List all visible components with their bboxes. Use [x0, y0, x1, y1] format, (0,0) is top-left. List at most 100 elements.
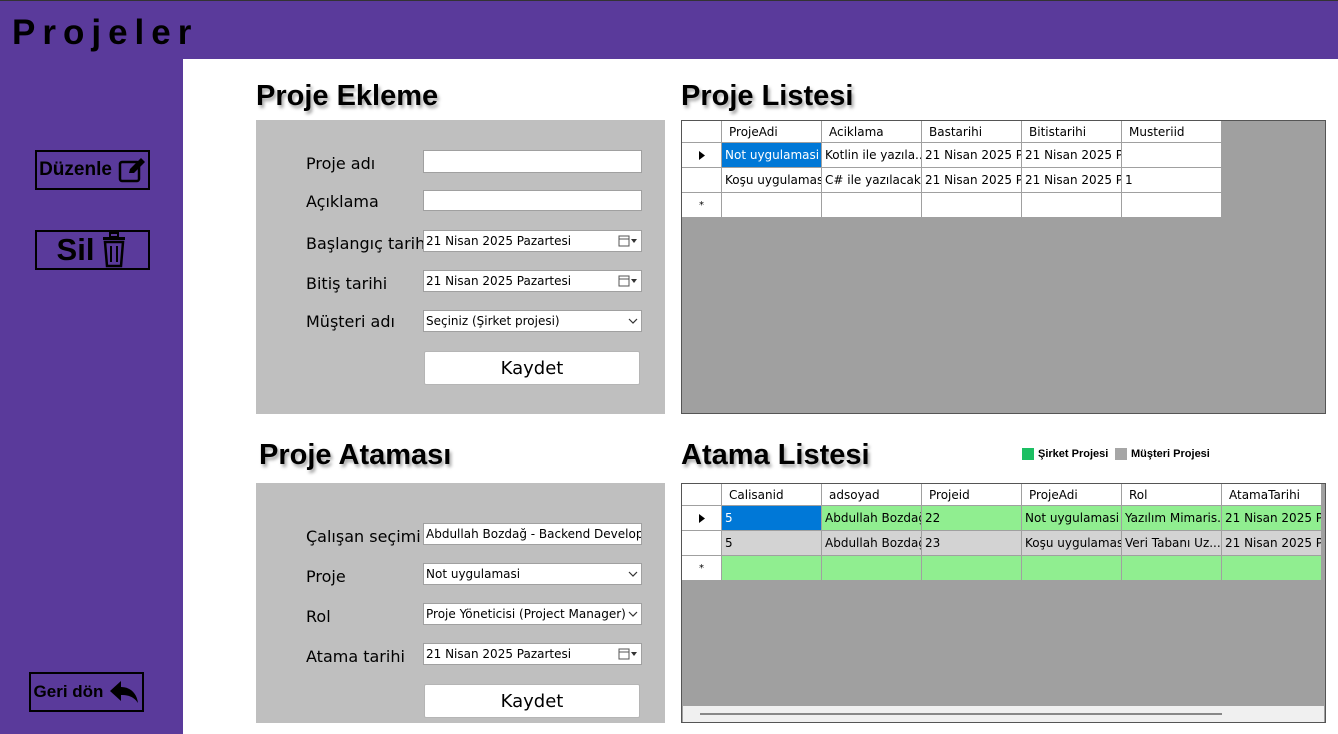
table-row[interactable]: Koşu uygulamasi C# ile yazılacak 21 Nisa…	[682, 168, 1325, 193]
assign-date-picker[interactable]: 21 Nisan 2025 Pazartesi	[423, 643, 642, 665]
table-cell[interactable]: 5	[722, 531, 822, 556]
table-cell[interactable]: 1	[1122, 168, 1222, 193]
column-header[interactable]: AtamaTarihi	[1222, 484, 1322, 506]
start-date-label: Başlangıç tarihi	[306, 234, 430, 253]
project-list-title: Proje Listesi	[681, 80, 854, 112]
table-cell[interactable]: C# ile yazılacak	[822, 168, 922, 193]
column-header[interactable]: ProjeAdi	[1022, 484, 1122, 506]
table-cell[interactable]	[722, 556, 822, 581]
table-cell[interactable]: 21 Nisan 2025 P...	[1022, 168, 1122, 193]
column-header[interactable]: Bitistarihi	[1022, 121, 1122, 143]
role-select-value: Proje Yöneticisi (Project Manager)	[426, 607, 625, 621]
employee-select[interactable]: Abdullah Bozdağ - Backend Develope	[423, 523, 642, 545]
add-project-title: Proje Ekleme	[256, 80, 439, 112]
table-cell[interactable]: 21 Nisan 2025 P...	[922, 168, 1022, 193]
table-cell[interactable]	[1122, 143, 1222, 168]
edit-button-label: Düzenle	[39, 159, 112, 180]
customer-select-value: Seçiniz (Şirket projesi)	[426, 314, 560, 328]
role-select[interactable]: Proje Yöneticisi (Project Manager)	[423, 603, 642, 625]
table-cell[interactable]: Yazılım Mimaris...	[1122, 506, 1222, 531]
project-select[interactable]: Not uygulamasi	[423, 563, 642, 585]
edit-icon	[118, 157, 146, 183]
header-row: Calisanid adsoyad Projeid ProjeAdi Rol A…	[682, 484, 1325, 506]
customer-label: Müşteri adı	[306, 312, 395, 331]
calendar-icon[interactable]	[615, 235, 641, 247]
table-cell[interactable]	[922, 193, 1022, 218]
new-row[interactable]: *	[682, 193, 1325, 218]
back-button[interactable]: Geri dön	[29, 672, 144, 712]
delete-button-label: Sil	[56, 232, 95, 267]
table-cell[interactable]: Veri Tabanı Uz...	[1122, 531, 1222, 556]
delete-button[interactable]: Sil	[35, 230, 150, 270]
assign-project-title: Proje Ataması	[259, 439, 452, 471]
row-pointer-icon[interactable]	[682, 143, 722, 168]
column-header[interactable]: Aciklama	[822, 121, 922, 143]
project-select-value: Not uygulamasi	[426, 567, 521, 581]
legend-swatch-company	[1022, 448, 1034, 460]
project-name-input[interactable]	[423, 150, 642, 173]
table-cell[interactable]: Abdullah Bozdağ	[822, 506, 922, 531]
table-cell[interactable]: Abdullah Bozdağ	[822, 531, 922, 556]
description-input[interactable]	[423, 190, 642, 211]
table-row[interactable]: 5 Abdullah Bozdağ 22 Not uygulamasi Yazı…	[682, 506, 1325, 531]
table-cell[interactable]: Koşu uygulamasi	[722, 168, 822, 193]
column-header[interactable]: Calisanid	[722, 484, 822, 506]
horizontal-scrollbar[interactable]	[683, 706, 1324, 722]
new-row-marker[interactable]: *	[682, 556, 722, 581]
table-cell[interactable]	[822, 556, 922, 581]
calendar-icon[interactable]	[615, 275, 641, 287]
table-cell[interactable]	[922, 556, 1022, 581]
table-cell[interactable]	[1222, 556, 1322, 581]
row-header[interactable]	[682, 168, 722, 193]
table-cell[interactable]: Koşu uygulamasi	[1022, 531, 1122, 556]
row-pointer-icon[interactable]	[682, 506, 722, 531]
save-assignment-button[interactable]: Kaydet	[424, 684, 640, 718]
customer-select[interactable]: Seçiniz (Şirket projesi)	[423, 310, 642, 332]
row-header-corner	[682, 121, 722, 143]
end-date-picker[interactable]: 21 Nisan 2025 Pazartesi	[423, 270, 642, 292]
table-row[interactable]: 5 Abdullah Bozdağ 23 Koşu uygulamasi Ver…	[682, 531, 1325, 556]
table-cell[interactable]: 21 Nisan 2025 P...	[922, 143, 1022, 168]
table-cell[interactable]	[722, 193, 822, 218]
assign-date-label: Atama tarihi	[306, 647, 405, 666]
table-cell[interactable]: 21 Nisan 2025 P...	[1022, 143, 1122, 168]
table-cell[interactable]	[1122, 193, 1222, 218]
calendar-icon[interactable]	[615, 648, 641, 660]
table-cell[interactable]	[1022, 556, 1122, 581]
chevron-down-icon	[625, 571, 641, 577]
table-cell[interactable]: Not uygulamasi	[1022, 506, 1122, 531]
end-date-value: 21 Nisan 2025 Pazartesi	[426, 274, 572, 288]
assign-date-value: 21 Nisan 2025 Pazartesi	[426, 647, 572, 661]
table-cell[interactable]	[1122, 556, 1222, 581]
table-cell[interactable]: 23	[922, 531, 1022, 556]
column-header[interactable]: ProjeAdi	[722, 121, 822, 143]
table-row[interactable]: Not uygulamasi Kotlin ile yazıla... 21 N…	[682, 143, 1325, 168]
table-cell[interactable]: 22	[922, 506, 1022, 531]
table-cell[interactable]: Not uygulamasi	[722, 143, 822, 168]
scrollbar-thumb[interactable]	[700, 713, 1222, 715]
column-header[interactable]: Musteriid	[1122, 121, 1222, 143]
table-cell[interactable]: 21 Nisan 2025 P...	[1222, 531, 1322, 556]
column-header[interactable]: Bastarihi	[922, 121, 1022, 143]
new-row-marker[interactable]: *	[682, 193, 722, 218]
table-cell[interactable]: Kotlin ile yazıla...	[822, 143, 922, 168]
column-header[interactable]: Projeid	[922, 484, 1022, 506]
table-cell[interactable]	[1022, 193, 1122, 218]
save-project-button[interactable]: Kaydet	[424, 351, 640, 385]
assign-list-title: Atama Listesi	[681, 439, 870, 471]
project-list-grid[interactable]: ProjeAdi Aciklama Bastarihi Bitistarihi …	[681, 120, 1326, 414]
assign-project-label: Proje	[306, 567, 346, 586]
app-title: Projeler	[12, 13, 199, 52]
start-date-picker[interactable]: 21 Nisan 2025 Pazartesi	[423, 230, 642, 252]
table-cell[interactable]	[822, 193, 922, 218]
row-header[interactable]	[682, 531, 722, 556]
end-date-label: Bitiş tarihi	[306, 274, 388, 293]
table-cell[interactable]: 21 Nisan 2025 P...	[1222, 506, 1322, 531]
edit-button[interactable]: Düzenle	[35, 150, 150, 190]
trash-icon	[100, 232, 128, 268]
new-row[interactable]: *	[682, 556, 1325, 581]
column-header[interactable]: Rol	[1122, 484, 1222, 506]
assign-list-grid[interactable]: Calisanid adsoyad Projeid ProjeAdi Rol A…	[681, 483, 1326, 723]
table-cell[interactable]: 5	[722, 506, 822, 531]
column-header[interactable]: adsoyad	[822, 484, 922, 506]
